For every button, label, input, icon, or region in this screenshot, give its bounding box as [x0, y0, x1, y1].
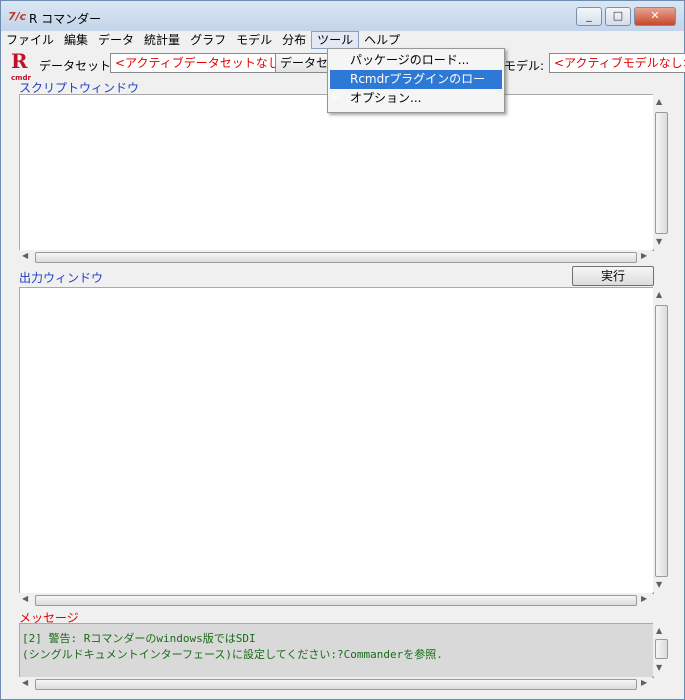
- script-window[interactable]: [19, 94, 654, 251]
- message-line: (シングルドキュメントインターフェース)に設定してください:?Commander…: [22, 648, 443, 661]
- output-window[interactable]: [19, 287, 654, 594]
- scroll-up-icon[interactable]: ▲: [656, 290, 662, 299]
- scroll-down-icon[interactable]: ▼: [656, 237, 662, 246]
- menu-file[interactable]: ファイル: [1, 31, 59, 49]
- messages-hscrollbar[interactable]: ◀ ▶: [19, 677, 652, 691]
- menu-graphs[interactable]: グラフ: [185, 31, 231, 49]
- script-hscrollbar[interactable]: ◀ ▶: [19, 250, 652, 264]
- scroll-right-icon[interactable]: ▶: [641, 678, 647, 687]
- scroll-right-icon[interactable]: ▶: [641, 251, 647, 260]
- scroll-down-icon[interactable]: ▼: [656, 580, 662, 589]
- scroll-thumb[interactable]: [35, 595, 637, 606]
- dataset-label: データセット:: [39, 59, 116, 73]
- scroll-thumb[interactable]: [655, 639, 668, 659]
- active-dataset-button[interactable]: <アクティブデータセットなし>: [110, 53, 295, 73]
- menu-statistics[interactable]: 統計量: [139, 31, 185, 49]
- scroll-thumb[interactable]: [655, 112, 668, 234]
- script-vscrollbar[interactable]: ▲ ▼: [653, 94, 670, 249]
- scroll-thumb[interactable]: [35, 252, 637, 263]
- run-button[interactable]: 実行: [572, 266, 654, 286]
- menu-item-options[interactable]: オプション...: [330, 89, 502, 108]
- minimize-button[interactable]: _: [576, 7, 602, 26]
- scroll-thumb[interactable]: [655, 305, 668, 577]
- menu-data[interactable]: データ: [93, 31, 139, 49]
- message-line: [2] 警告: Rコマンダーのwindows版ではSDI: [22, 632, 256, 645]
- messages-window[interactable]: [2] 警告: Rコマンダーのwindows版ではSDI (シングルドキュメント…: [19, 623, 654, 678]
- scroll-left-icon[interactable]: ◀: [22, 251, 28, 260]
- scroll-right-icon[interactable]: ▶: [641, 594, 647, 603]
- messages-vscrollbar[interactable]: ▲ ▼: [653, 623, 670, 676]
- rcmdr-icon: 7/c: [8, 10, 27, 23]
- menu-item-load-packages[interactable]: パッケージのロード...: [330, 51, 502, 70]
- menu-distributions[interactable]: 分布: [277, 31, 311, 49]
- window-title: R コマンダー: [29, 12, 102, 26]
- scroll-up-icon[interactable]: ▲: [656, 626, 662, 635]
- rcmdr-logo: Rcmdr: [11, 49, 31, 82]
- close-button[interactable]: ✕: [634, 7, 676, 26]
- menu-item-label: パッケージのロード...: [350, 53, 470, 67]
- scroll-down-icon[interactable]: ▼: [656, 663, 662, 672]
- output-window-label: 出力ウィンドウ: [19, 271, 104, 285]
- maximize-button[interactable]: □: [605, 7, 631, 26]
- rcmdr-window: 7/c R コマンダー _ □ ✕ ファイル 編集 データ 統計量 グラフ モデ…: [0, 0, 685, 700]
- output-vscrollbar[interactable]: ▲ ▼: [653, 287, 670, 592]
- menu-item-load-rcmdr-plugins[interactable]: Rcmdrプラグインのロード...: [330, 70, 502, 105]
- menu-edit[interactable]: 編集: [59, 31, 93, 49]
- tools-dropdown-menu: パッケージのロード... Rcmdrプラグインのロード... オプション...: [327, 48, 505, 113]
- scroll-left-icon[interactable]: ◀: [22, 594, 28, 603]
- menu-bar: ファイル 編集 データ 統計量 グラフ モデル 分布 ツール ヘルプ: [1, 31, 684, 49]
- scroll-thumb[interactable]: [35, 679, 637, 690]
- title-bar: 7/c R コマンダー _ □ ✕: [1, 1, 684, 31]
- model-label: モデル:: [504, 59, 545, 73]
- menu-models[interactable]: モデル: [231, 31, 277, 49]
- menu-tools[interactable]: ツール: [311, 31, 360, 49]
- scroll-up-icon[interactable]: ▲: [656, 97, 662, 106]
- output-hscrollbar[interactable]: ◀ ▶: [19, 593, 652, 607]
- menu-help[interactable]: ヘルプ: [359, 31, 405, 49]
- menu-item-label: オプション...: [350, 91, 422, 105]
- active-model-button[interactable]: <アクティブモデルなし>: [549, 53, 685, 73]
- scroll-left-icon[interactable]: ◀: [22, 678, 28, 687]
